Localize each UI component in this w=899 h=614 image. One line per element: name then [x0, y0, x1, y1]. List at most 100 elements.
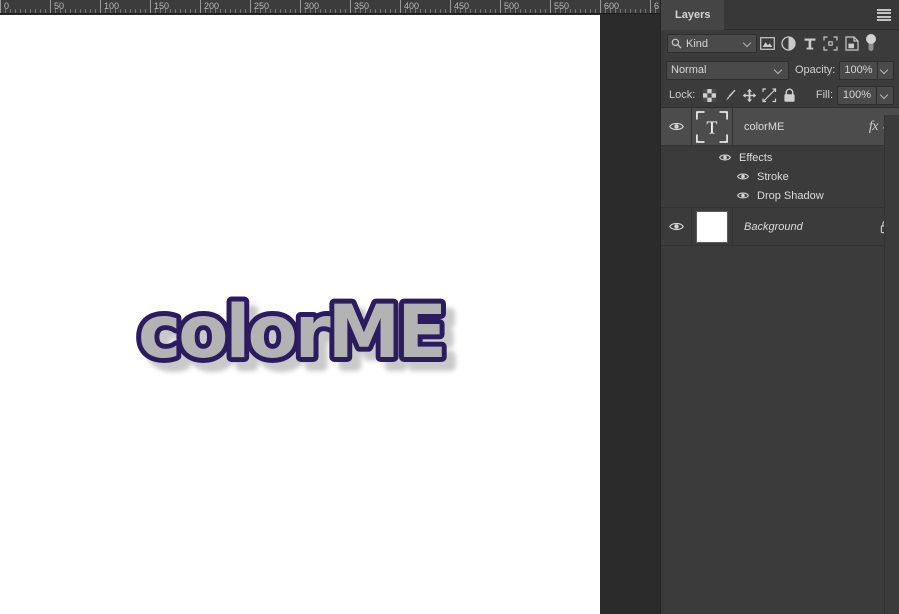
effects-group-label: Effects — [739, 151, 773, 164]
ruler-tick-minor — [315, 9, 316, 13]
ruler-tick-minor — [345, 9, 346, 13]
eye-icon — [668, 122, 684, 131]
ruler-tick-minor — [35, 9, 36, 13]
ruler-tick-minor — [415, 9, 416, 13]
shape-layer-filter-icon[interactable] — [820, 33, 841, 54]
ruler-tick-minor — [410, 9, 411, 13]
eye-icon — [737, 192, 749, 199]
layer-name-colorme[interactable]: colorME — [733, 121, 869, 133]
ruler-tick-minor — [370, 9, 371, 13]
ruler-tick-major — [500, 0, 501, 13]
ruler-tick-minor — [225, 9, 226, 13]
ruler-tick-minor — [465, 9, 466, 13]
stroke-visibility-toggle[interactable] — [735, 172, 751, 181]
image-canvas[interactable]: colorME — [0, 15, 600, 614]
ruler-tick-minor — [480, 9, 481, 13]
eye-icon — [737, 173, 749, 180]
background-thumbnail-cell[interactable] — [692, 208, 733, 245]
ruler-tick-minor — [470, 9, 471, 13]
layer-row-colorme[interactable]: T colorME fx — [661, 108, 899, 146]
effect-label-stroke: Stroke — [757, 170, 789, 183]
layer-thumbnail-cell[interactable]: T — [692, 108, 733, 145]
effects-group-row[interactable]: Effects — [661, 148, 899, 167]
background-visibility-toggle[interactable] — [661, 208, 692, 245]
ruler-tick-minor — [635, 9, 636, 13]
ruler-tick-minor — [55, 9, 56, 13]
opacity-input[interactable]: 100% — [839, 60, 878, 80]
smart-object-filter-icon[interactable] — [841, 33, 862, 54]
fill-stepper-chevron[interactable] — [877, 85, 894, 105]
kind-filter-dropdown[interactable]: Kind — [667, 34, 757, 53]
colorme-text: colorME — [138, 290, 444, 375]
ruler-tick-minor — [575, 9, 576, 13]
ruler-tick-minor — [145, 9, 146, 13]
effect-row-stroke[interactable]: Stroke — [661, 167, 899, 186]
ruler-tick-major — [0, 0, 1, 13]
ruler-label: 500 — [504, 1, 520, 11]
ruler-label: 300 — [304, 1, 320, 11]
ruler-label: 400 — [404, 1, 420, 11]
colorme-text-group: colorME — [133, 285, 452, 380]
effects-visibility-toggle[interactable] — [717, 153, 733, 162]
ruler-tick-minor — [5, 9, 6, 13]
ruler-tick-minor — [490, 9, 491, 13]
ruler-label: 600 — [604, 1, 620, 11]
opacity-stepper-chevron[interactable] — [877, 60, 894, 80]
pixel-layer-filter-icon[interactable] — [757, 33, 778, 54]
ruler-label: 550 — [554, 1, 570, 11]
ruler-tick-minor — [265, 9, 266, 13]
layer-visibility-toggle[interactable] — [661, 108, 692, 145]
ruler-tick-major — [200, 0, 201, 13]
ruler-label: 200 — [204, 1, 220, 11]
ruler-label: 450 — [454, 1, 470, 11]
ruler-tick-major — [650, 0, 651, 13]
ruler-tick-minor — [30, 9, 31, 13]
blend-mode-value: Normal — [671, 64, 707, 76]
filter-toggle-switch-icon[interactable] — [864, 33, 877, 54]
layer-name-background[interactable]: Background — [733, 221, 873, 233]
ruler-tick-minor — [75, 9, 76, 13]
ruler-tick-minor — [195, 9, 196, 13]
colorme-artwork[interactable]: colorME — [133, 285, 474, 390]
ruler-tick-minor — [325, 9, 326, 13]
horizontal-ruler[interactable]: 0 50 100 150 200 250 300 350 400 450 500 550 600 6 — [0, 0, 660, 14]
fill-input[interactable]: 100% — [837, 85, 877, 105]
ruler-tick-minor — [430, 9, 431, 13]
lock-image-pixels-icon[interactable] — [719, 85, 739, 105]
drop-shadow-visibility-toggle[interactable] — [735, 191, 751, 200]
ruler-tick-minor — [405, 9, 406, 13]
ruler-tick-minor — [570, 9, 571, 13]
adjustment-layer-filter-icon[interactable] — [778, 33, 799, 54]
ruler-label: 250 — [254, 1, 270, 11]
ruler-tick-minor — [155, 9, 156, 13]
ruler-tick-minor — [625, 9, 626, 13]
ruler-tick-minor — [15, 9, 16, 13]
lock-position-icon[interactable] — [739, 85, 759, 105]
ruler-tick-minor — [435, 9, 436, 13]
ruler-tick-minor — [185, 9, 186, 13]
ruler-tick-minor — [380, 9, 381, 13]
document-workspace: 0 50 100 150 200 250 300 350 400 450 500 550 600 6 co… — [0, 0, 660, 614]
blend-mode-dropdown[interactable]: Normal — [666, 60, 789, 80]
ruler-tick-minor — [560, 9, 561, 13]
effect-row-drop-shadow[interactable]: Drop Shadow — [661, 186, 899, 205]
ruler-tick-minor — [245, 9, 246, 13]
hamburger-menu-icon[interactable] — [875, 8, 893, 22]
layers-panel-scroll-gutter[interactable] — [884, 115, 899, 614]
ruler-tick-minor — [645, 9, 646, 13]
fx-icon[interactable]: fx — [869, 119, 879, 135]
lock-transparent-pixels-icon[interactable] — [699, 85, 719, 105]
ruler-tick-minor — [280, 9, 281, 13]
layer-row-background[interactable]: Background — [661, 208, 899, 246]
ruler-tick-minor — [605, 9, 606, 13]
background-thumbnail-icon — [696, 210, 728, 243]
ruler-tick-minor — [165, 9, 166, 13]
layers-panel-empty-area — [661, 253, 899, 614]
lock-artboard-nesting-icon[interactable] — [759, 85, 779, 105]
ruler-tick-minor — [610, 9, 611, 13]
ruler-tick-minor — [520, 9, 521, 13]
lock-all-icon[interactable] — [779, 85, 799, 105]
tab-layers[interactable]: Layers — [661, 0, 725, 30]
type-layer-filter-icon[interactable] — [799, 33, 820, 54]
ruler-tick-minor — [340, 9, 341, 13]
